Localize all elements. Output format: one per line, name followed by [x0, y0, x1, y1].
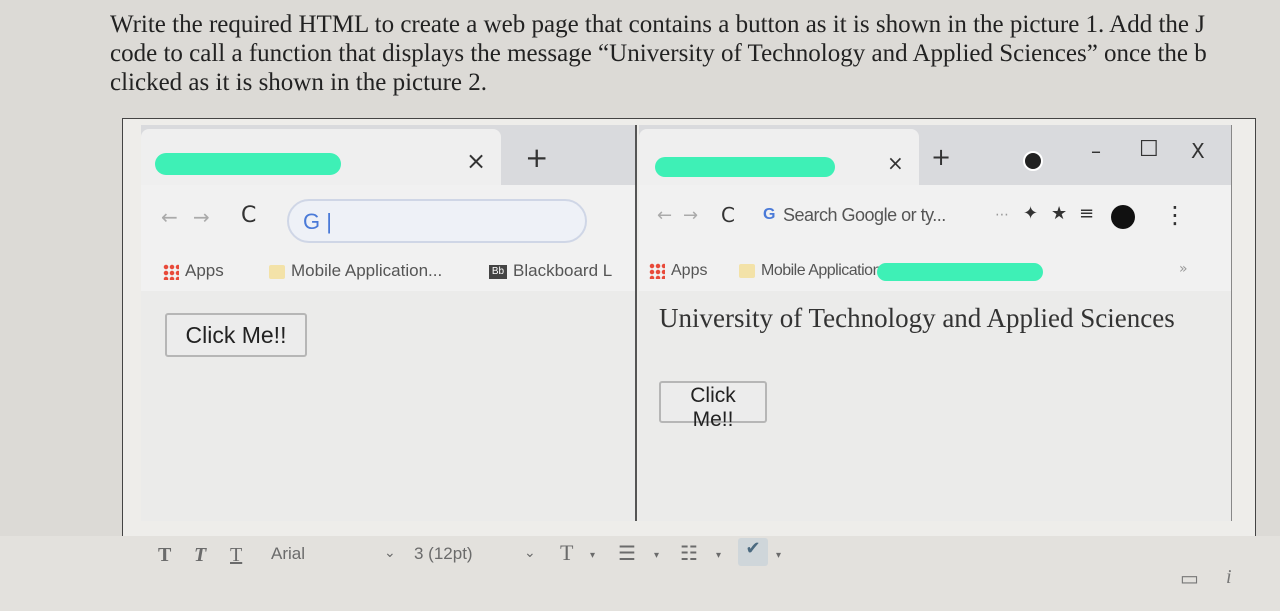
bookmark-apps[interactable]: Apps — [649, 262, 707, 280]
chevron-down-icon[interactable]: ⌄ — [524, 544, 536, 561]
bullet-list-icon[interactable]: ☰ — [618, 541, 636, 566]
underline-button[interactable]: T — [230, 544, 242, 567]
google-g-icon: G — [763, 206, 776, 223]
bookmark-star-icon[interactable]: ★ — [1051, 203, 1067, 224]
browser-window-picture-2: × + – ☐ X ← → C G Search Google or ty...… — [639, 125, 1232, 521]
redacted-tab-title — [155, 153, 341, 175]
forward-arrow-icon[interactable]: → — [683, 205, 698, 226]
chevron-down-icon[interactable]: ▾ — [590, 550, 595, 561]
tab-close-icon[interactable]: × — [887, 151, 904, 175]
avatar[interactable] — [1111, 205, 1135, 229]
address-bar[interactable]: G | — [287, 199, 587, 243]
extension-icon[interactable]: ✦ — [1023, 203, 1038, 224]
omnibox-text: G | — [303, 209, 332, 234]
bookmarks-bar: Apps Mobile Application... Bb Blackboard … — [141, 253, 635, 291]
browser-toolbar: ← → C G Search Google or ty... ⋯ ✦ ★ ≡ ⋮ — [639, 185, 1231, 253]
new-tab-icon[interactable]: + — [931, 143, 951, 171]
page-content: Click Me!! — [141, 291, 635, 521]
tab-strip: × + — [141, 125, 635, 185]
menu-kebab-icon[interactable]: ⋮ — [1163, 201, 1187, 229]
monitor-icon[interactable]: ▭ — [1180, 566, 1199, 591]
bookmark-apps[interactable]: Apps — [163, 261, 224, 281]
italic-button[interactable]: T — [194, 544, 206, 567]
folder-icon — [269, 264, 285, 279]
tab-strip: × + – ☐ X — [639, 125, 1231, 185]
font-family-select[interactable]: Arial — [271, 544, 305, 564]
question-line-2: code to call a function that displays th… — [110, 40, 1207, 67]
reload-icon[interactable]: C — [241, 203, 256, 228]
redacted-bookmark — [877, 263, 1043, 281]
reload-icon[interactable]: C — [721, 203, 735, 227]
new-tab-icon[interactable]: + — [525, 141, 548, 174]
close-window-icon[interactable]: X — [1191, 139, 1205, 163]
chevron-down-icon[interactable]: ⌄ — [384, 544, 396, 561]
question-text: Write the required HTML to create a web … — [110, 10, 1280, 97]
bookmark-mobile-application[interactable]: Mobile Application... — [739, 262, 893, 280]
screenshot-frame: × + ← → C G | Apps Mobile Application...… — [122, 118, 1256, 538]
browser-tab[interactable]: × — [639, 129, 919, 185]
bookmark-blackboard[interactable]: Bb Blackboard L — [489, 261, 612, 281]
chevron-down-icon[interactable]: ▾ — [654, 550, 659, 561]
blackboard-icon: Bb — [489, 264, 507, 279]
back-arrow-icon[interactable]: ← — [161, 205, 178, 229]
bookmarks-bar: Apps Mobile Application... » — [639, 253, 1231, 291]
omnibox-placeholder[interactable]: Search Google or ty... — [783, 205, 946, 226]
browser-tab[interactable]: × — [141, 129, 501, 185]
bold-button[interactable]: T — [158, 544, 171, 567]
folder-icon — [739, 263, 755, 278]
page-content: University of Technology and Applied Sci… — [639, 291, 1231, 521]
question-line-3: clicked as it is shown in the picture 2. — [110, 69, 488, 96]
bookmark-overflow-icon[interactable]: » — [1179, 261, 1188, 277]
apps-grid-icon — [649, 262, 665, 279]
chevron-down-icon[interactable]: ▾ — [776, 550, 781, 561]
maximize-icon[interactable]: ☐ — [1139, 137, 1159, 162]
tab-close-icon[interactable]: × — [466, 147, 486, 175]
chevron-down-icon[interactable]: ▾ — [716, 550, 721, 561]
click-me-button[interactable]: Click Me!! — [165, 313, 307, 357]
displayed-message: University of Technology and Applied Sci… — [659, 303, 1175, 333]
info-icon[interactable]: i — [1226, 566, 1232, 589]
redacted-tab-title — [655, 157, 835, 177]
click-me-button[interactable]: Click Me!! — [659, 381, 767, 431]
browser-toolbar: ← → C G | — [141, 185, 635, 253]
minimize-icon[interactable]: – — [1091, 139, 1101, 163]
numbered-list-icon[interactable]: ☷ — [680, 541, 698, 566]
question-line-1: Write the required HTML to create a web … — [110, 11, 1205, 38]
browser-window-picture-1: × + ← → C G | Apps Mobile Application...… — [141, 125, 637, 521]
cast-icon[interactable]: ⋯ — [995, 207, 1009, 223]
apps-grid-icon — [163, 263, 179, 280]
font-size-select[interactable]: 3 (12pt) — [414, 544, 473, 564]
text-color-button[interactable]: T — [560, 540, 573, 566]
bookmark-mobile-application[interactable]: Mobile Application... — [269, 261, 442, 281]
profile-dot-icon[interactable] — [1023, 151, 1043, 171]
reading-list-icon[interactable]: ≡ — [1079, 203, 1094, 224]
spellcheck-icon[interactable]: ✔ — [738, 538, 768, 566]
editor-toolbar: T T T Arial ⌄ 3 (12pt) ⌄ T ▾ ☰ ▾ ☷ ▾ ✔ ▾… — [0, 536, 1280, 611]
back-arrow-icon[interactable]: ← — [657, 205, 672, 226]
forward-arrow-icon[interactable]: → — [193, 205, 210, 229]
